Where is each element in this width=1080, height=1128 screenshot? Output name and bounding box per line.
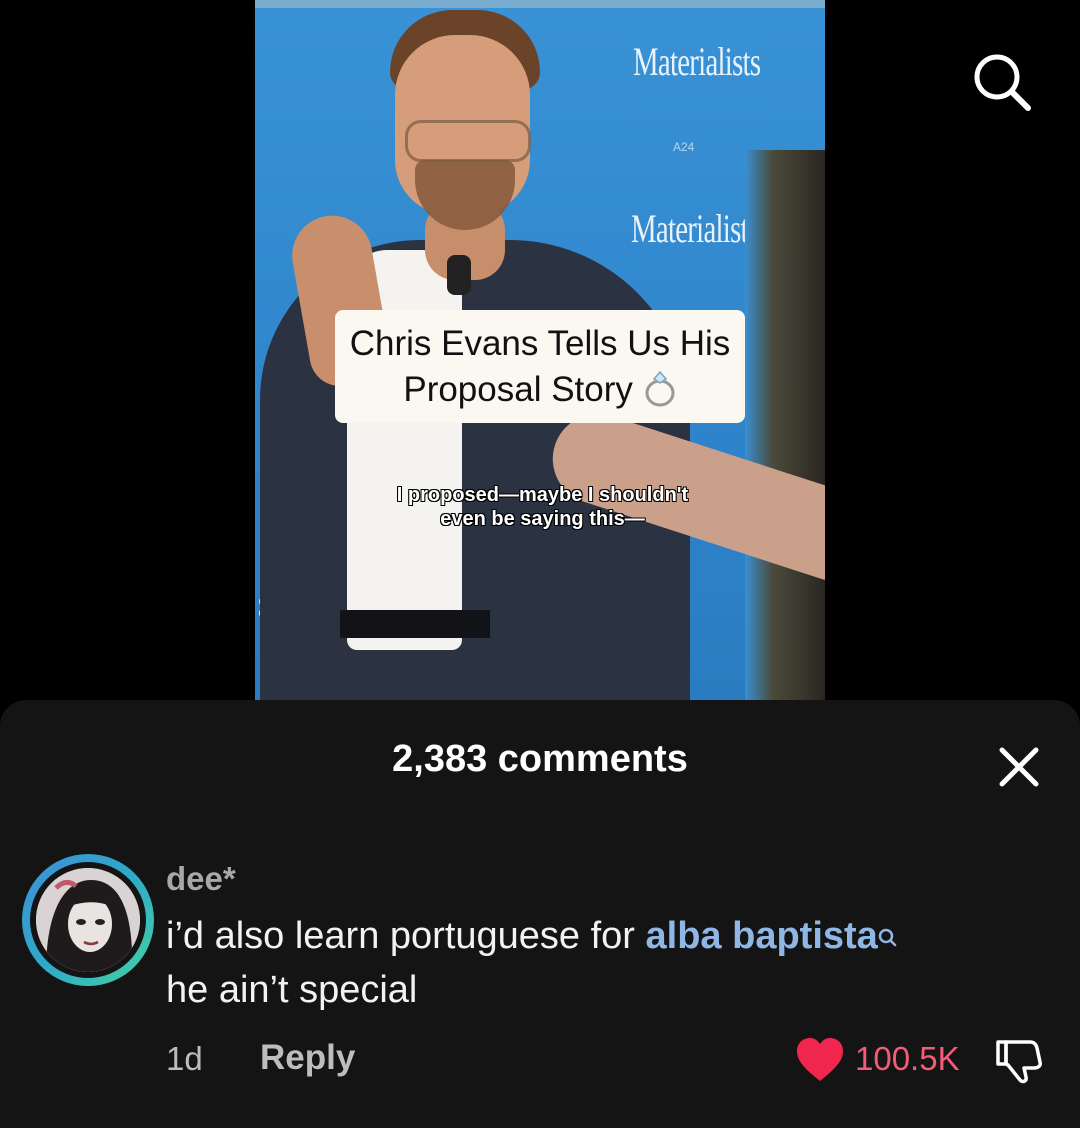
background-crowd xyxy=(745,150,825,700)
comment-timestamp: 1d xyxy=(166,1040,203,1077)
video-subtitle: I proposed—maybe I shouldn't even be say… xyxy=(370,483,715,531)
comment-username[interactable]: dee* xyxy=(166,860,236,898)
comment-text-before: i’d also learn portuguese for xyxy=(166,915,646,957)
reply-button[interactable]: Reply xyxy=(260,1038,355,1078)
avatar xyxy=(30,862,146,978)
backdrop-logo-top: Materialists xyxy=(633,39,761,84)
subtitle-line-1: I proposed—maybe I shouldn't xyxy=(396,484,689,506)
subtitle-line-2: even be saying this— xyxy=(440,508,645,530)
comment-text-after: he ain’t special xyxy=(166,969,418,1011)
ring-icon xyxy=(643,370,677,409)
avatar-story-ring[interactable] xyxy=(22,854,154,986)
video-player[interactable]: Materialists A24 Materialists S Chris Ev… xyxy=(255,0,825,700)
person-belt xyxy=(340,610,490,638)
backdrop-sublabel: A24 xyxy=(673,140,695,154)
heart-icon[interactable] xyxy=(795,1036,845,1084)
video-headline-card: Chris Evans Tells Us His Proposal Story xyxy=(335,310,745,423)
comments-count-title: 2,383 comments xyxy=(392,738,688,780)
avatar-image xyxy=(36,868,140,972)
wall-strip xyxy=(255,0,825,8)
dislike-icon[interactable] xyxy=(992,1034,1044,1086)
like-count: 100.5K xyxy=(855,1040,960,1077)
person-glasses xyxy=(405,120,531,162)
search-icon[interactable] xyxy=(970,50,1034,114)
comment-mention-link[interactable]: alba baptista xyxy=(646,915,878,957)
mention-search-icon[interactable] xyxy=(878,912,898,964)
microphone xyxy=(447,255,471,295)
comments-sheet: 2,383 comments dee* i’d also learn portu… xyxy=(0,700,1080,1128)
close-icon[interactable] xyxy=(994,742,1044,792)
comment-body: i’d also learn portuguese for alba bapti… xyxy=(166,910,1046,1016)
backdrop-logo-middle: Materialists xyxy=(631,206,759,251)
